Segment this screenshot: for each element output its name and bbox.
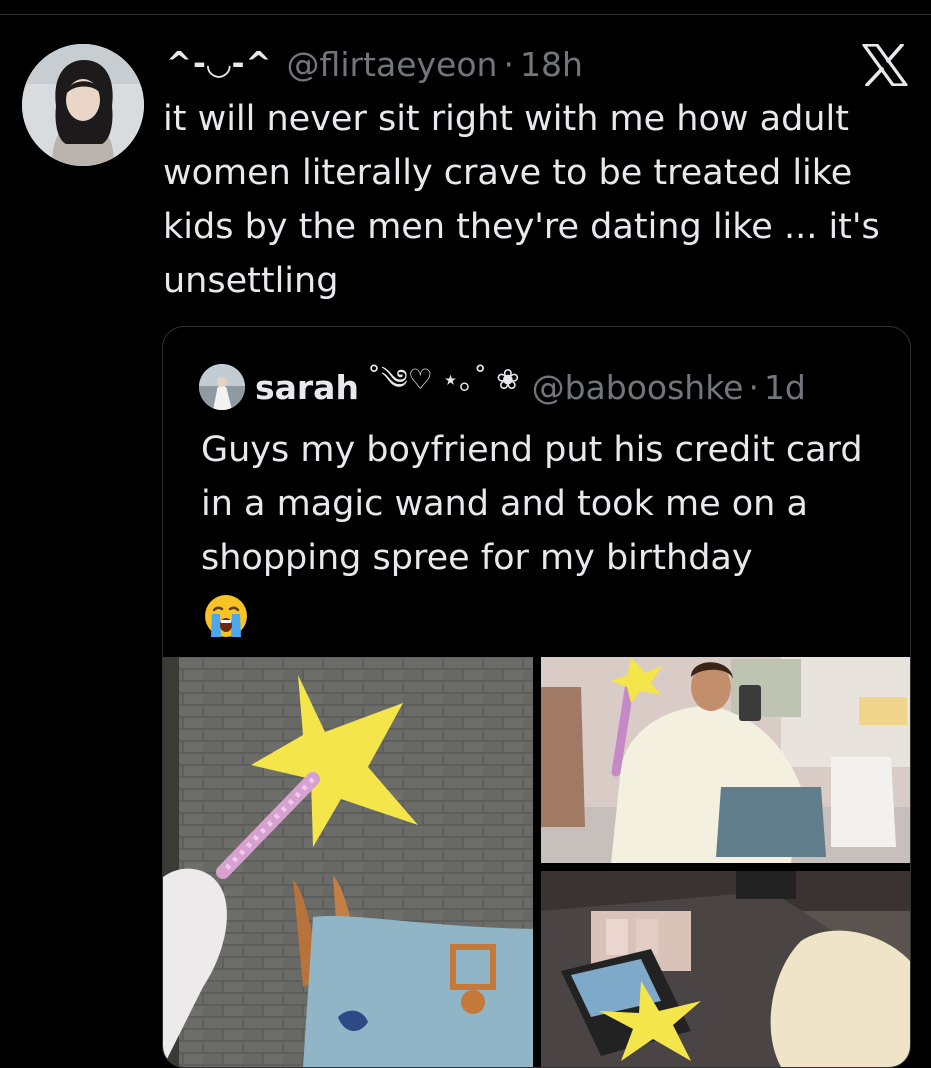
tweet-header: ^-◡-^ @flirtaeyeon · 18h [166, 42, 583, 86]
quoted-separator-dot: · [748, 367, 759, 407]
quoted-avatar[interactable] [199, 364, 245, 410]
quoted-name-decoration: ˚༄♡ ⋆｡˚ ❀ [366, 362, 520, 396]
x-logo-icon [862, 43, 908, 87]
photo-woman-holding-wand[interactable] [541, 657, 910, 863]
quoted-tweet-text: Guys my boyfriend put his credit card in… [201, 430, 863, 578]
quoted-display-name[interactable]: sarah [255, 368, 359, 407]
crying-face-emoji [203, 593, 249, 639]
avatar[interactable] [22, 44, 144, 166]
display-name[interactable]: ^-◡-^ [166, 46, 273, 82]
tweet-text: it will never sit right with me how adul… [163, 99, 880, 301]
quoted-user-handle[interactable]: @babooshke [532, 368, 744, 407]
quoted-tweet-card[interactable]: sarah ˚༄♡ ⋆｡˚ ❀ @babooshke · 1d Guys my … [162, 326, 911, 1068]
quoted-tweet-header: sarah ˚༄♡ ⋆｡˚ ❀ @babooshke · 1d [199, 363, 806, 411]
top-divider [0, 14, 931, 15]
quoted-timestamp[interactable]: 1d [764, 368, 806, 407]
timestamp[interactable]: 18h [520, 45, 583, 84]
photo-card-reader-checkout[interactable] [541, 871, 910, 1067]
separator-dot: · [503, 44, 514, 84]
user-handle[interactable]: @flirtaeyeon [287, 45, 498, 84]
photo-wand-on-pavement[interactable] [163, 657, 533, 1067]
media-grid [163, 657, 910, 1067]
